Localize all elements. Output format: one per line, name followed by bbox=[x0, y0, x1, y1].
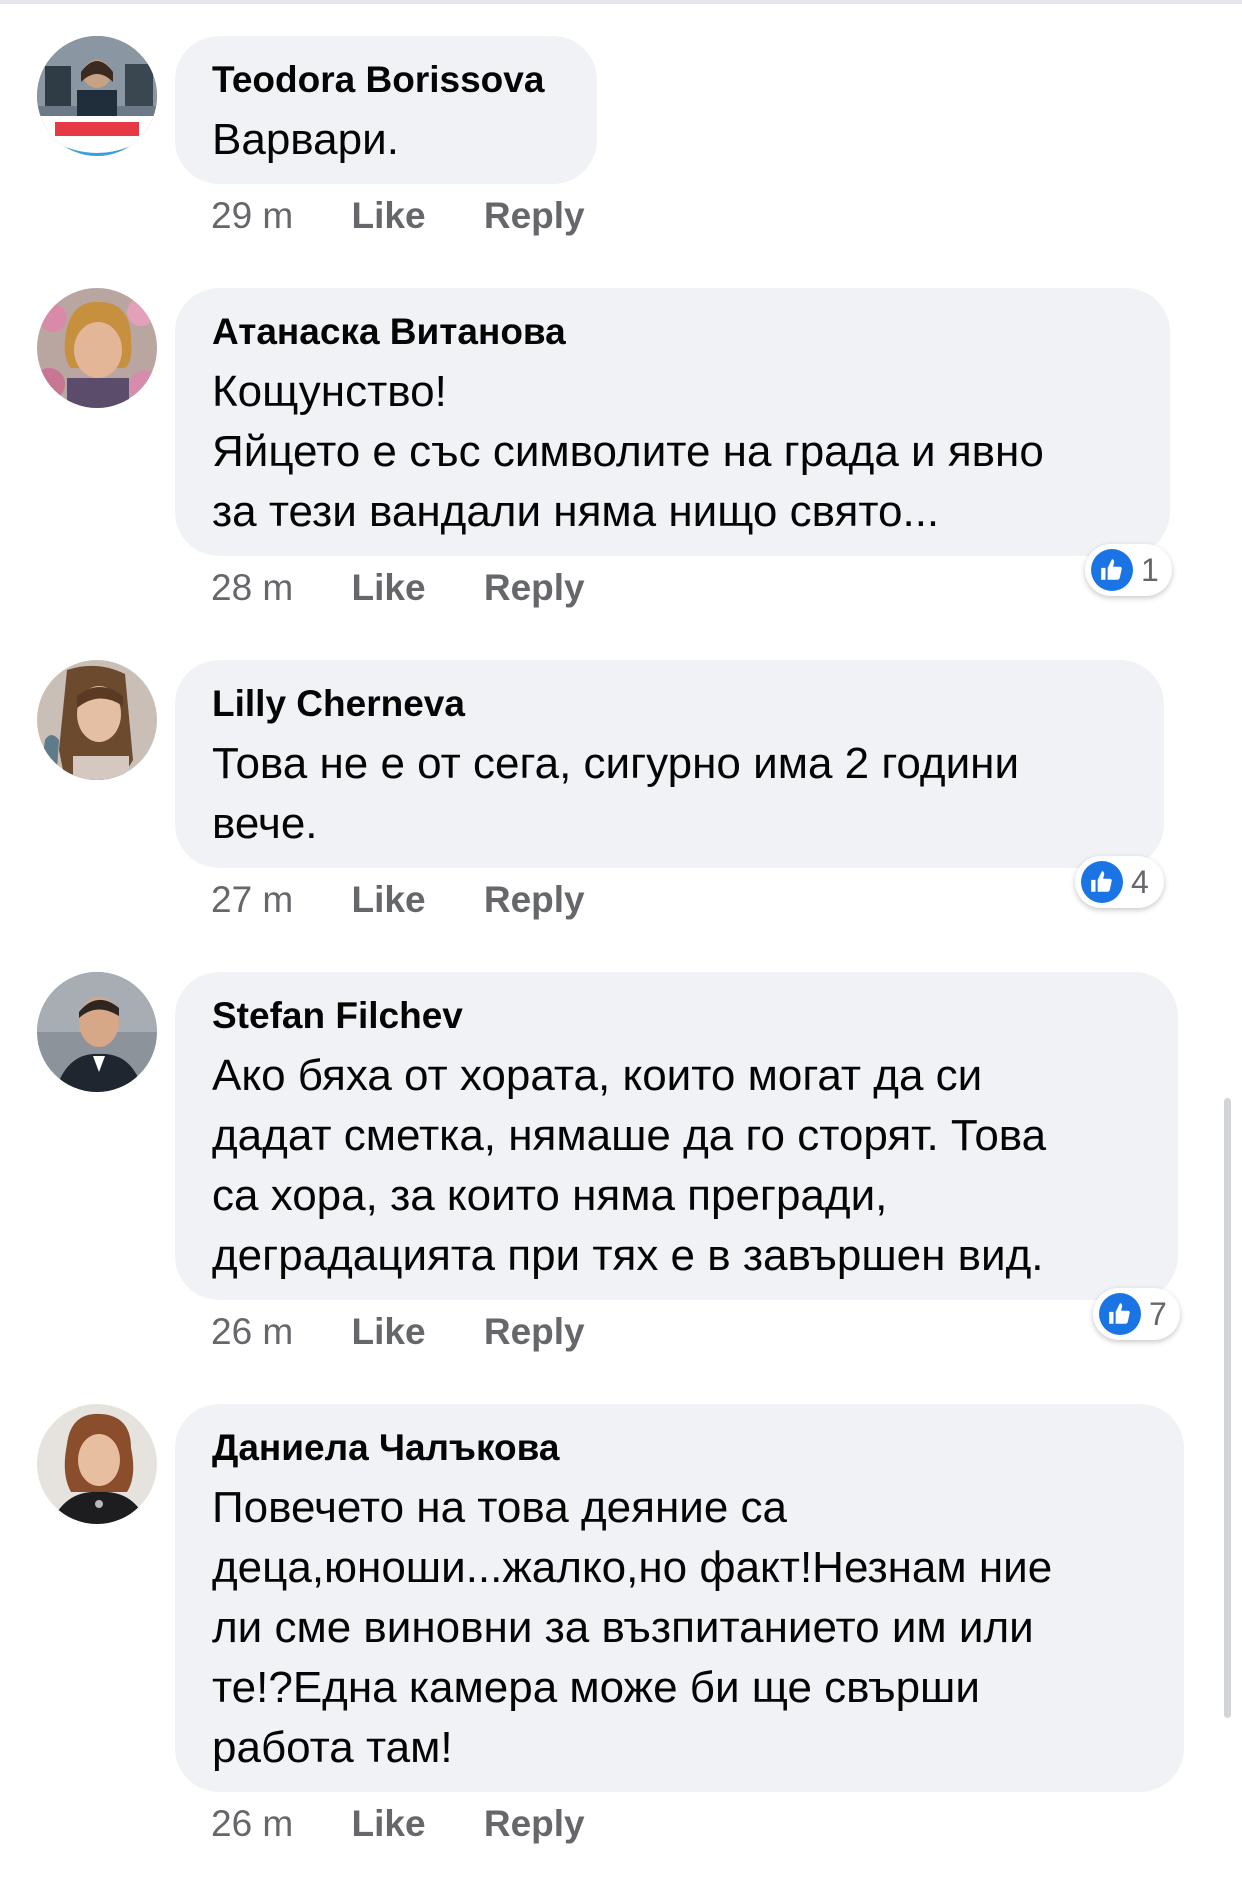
comment-author[interactable]: Stefan Filchev bbox=[212, 994, 1140, 1038]
like-thumb-icon bbox=[1099, 1293, 1141, 1335]
reaction-count: 1 bbox=[1141, 552, 1159, 588]
comment-author[interactable]: Атанаска Витанова bbox=[212, 310, 1132, 354]
comment-timestamp[interactable]: 26 m bbox=[211, 1310, 293, 1354]
like-thumb-icon bbox=[1081, 861, 1123, 903]
comment-bubble: Атанаска Витанова Кощунство! Яйцето е съ… bbox=[175, 288, 1170, 556]
like-button[interactable]: Like bbox=[352, 194, 426, 238]
avatar[interactable] bbox=[37, 288, 157, 408]
comment-bubble: Teodora Borissova Варвари. bbox=[175, 36, 597, 184]
comment-text: Това не е от сега, сигурно има 2 години … bbox=[212, 739, 1020, 848]
reply-button[interactable]: Reply bbox=[484, 194, 585, 238]
comment-meta: 26 m Like Reply bbox=[211, 1802, 633, 1846]
reaction-badge[interactable]: 1 bbox=[1085, 544, 1172, 596]
comment-timestamp[interactable]: 26 m bbox=[211, 1802, 293, 1846]
like-button[interactable]: Like bbox=[352, 1802, 426, 1846]
avatar[interactable] bbox=[37, 36, 157, 156]
top-divider bbox=[0, 0, 1242, 4]
reply-button[interactable]: Reply bbox=[484, 566, 585, 610]
like-button[interactable]: Like bbox=[352, 1310, 426, 1354]
comment-timestamp[interactable]: 27 m bbox=[211, 878, 293, 922]
reaction-count: 4 bbox=[1131, 864, 1149, 900]
comment-timestamp[interactable]: 29 m bbox=[211, 194, 293, 238]
comment-text: Варвари. bbox=[212, 115, 399, 164]
comment-meta: 29 m Like Reply bbox=[211, 194, 633, 238]
like-button[interactable]: Like bbox=[352, 878, 426, 922]
reaction-badge[interactable]: 4 bbox=[1075, 856, 1164, 908]
reaction-badge[interactable]: 7 bbox=[1093, 1288, 1180, 1340]
comment-text: Повечето на това деяние са деца,юноши...… bbox=[212, 1483, 1053, 1772]
comment-author[interactable]: Даниела Чалъкова bbox=[212, 1426, 1146, 1470]
reply-button[interactable]: Reply bbox=[484, 1802, 585, 1846]
comment-author[interactable]: Lilly Cherneva bbox=[212, 682, 1126, 726]
comment-meta: 26 m Like Reply bbox=[211, 1310, 633, 1354]
comment-bubble: Stefan Filchev Ако бяха от хората, които… bbox=[175, 972, 1178, 1300]
comment-author[interactable]: Teodora Borissova bbox=[212, 58, 559, 102]
reaction-count: 7 bbox=[1149, 1296, 1167, 1332]
comment-meta: 28 m Like Reply bbox=[211, 566, 633, 610]
comment-text: Ако бяха от хората, които могат да си да… bbox=[212, 1051, 1047, 1280]
avatar[interactable] bbox=[37, 660, 157, 780]
avatar[interactable] bbox=[37, 972, 157, 1092]
like-button[interactable]: Like bbox=[352, 566, 426, 610]
comment-bubble: Даниела Чалъкова Повечето на това деяние… bbox=[175, 1404, 1184, 1792]
reply-button[interactable]: Reply bbox=[484, 1310, 585, 1354]
comment-timestamp[interactable]: 28 m bbox=[211, 566, 293, 610]
reply-button[interactable]: Reply bbox=[484, 878, 585, 922]
scrollbar[interactable] bbox=[1224, 1098, 1231, 1718]
comment-meta: 27 m Like Reply bbox=[211, 878, 633, 922]
like-thumb-icon bbox=[1091, 549, 1133, 591]
comment-bubble: Lilly Cherneva Това не е от сега, сигурн… bbox=[175, 660, 1164, 868]
comment-text: Кощунство! Яйцето е със символите на гра… bbox=[212, 367, 1044, 536]
avatar[interactable] bbox=[37, 1404, 157, 1524]
